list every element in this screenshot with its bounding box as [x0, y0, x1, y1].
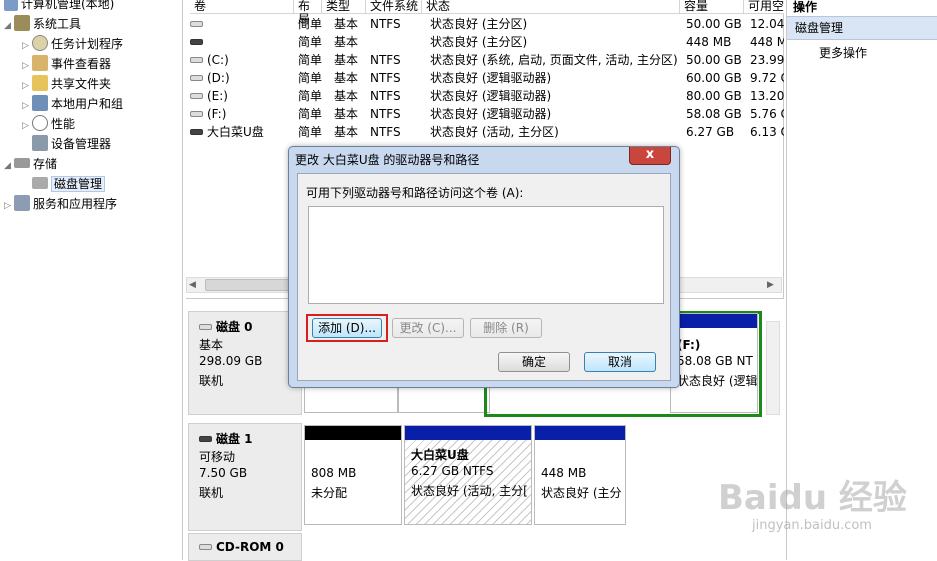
- tree-event-viewer[interactable]: ▷ 事件查看器: [22, 54, 111, 74]
- actions-header: 操作: [793, 0, 818, 14]
- path-listbox[interactable]: [308, 206, 664, 304]
- drive-icon: [190, 75, 203, 81]
- cdrom-label[interactable]: CD-ROM 0: [188, 533, 302, 561]
- disk-1-label[interactable]: 磁盘 1 可移动 7.50 GB 联机: [188, 423, 302, 531]
- column-header-layout[interactable]: 布局: [294, 0, 322, 26]
- tree-performance[interactable]: ▷ 性能: [22, 114, 75, 134]
- shared-folder-icon: [32, 75, 48, 91]
- tools-icon: [14, 15, 30, 31]
- dialog-title: 更改 大白菜U盘 的驱动器号和路径: [295, 153, 480, 167]
- drive-icon: [190, 39, 203, 45]
- scroll-right-icon[interactable]: ▶: [767, 279, 779, 291]
- collapse-arrow-icon[interactable]: ◢: [4, 16, 14, 36]
- cdrom-icon: [199, 544, 212, 550]
- removable-disk-icon: [199, 436, 212, 442]
- performance-icon: [32, 115, 48, 131]
- drive-icon: [190, 21, 203, 27]
- column-header-type[interactable]: 类型: [322, 0, 366, 14]
- change-button[interactable]: 更改 (C)...: [392, 318, 464, 338]
- cancel-button[interactable]: 取消: [584, 352, 656, 372]
- volume-row[interactable]: (C:) 简单 基本 NTFS 状态良好 (系统, 启动, 页面文件, 活动, …: [184, 51, 784, 69]
- volume-row[interactable]: 简单 基本 NTFS 状态良好 (主分区) 50.00 GB 12.04: [184, 15, 784, 33]
- tree-root[interactable]: 计算机管理(本地): [4, 0, 114, 14]
- close-button[interactable]: x: [629, 147, 671, 165]
- volume-row[interactable]: (F:) 简单 基本 NTFS 状态良好 (逻辑驱动器) 58.08 GB 5.…: [184, 105, 784, 123]
- ok-button[interactable]: 确定: [498, 352, 570, 372]
- expand-arrow-icon[interactable]: ▷: [4, 196, 14, 216]
- partition-f[interactable]: (F:) 58.08 GB NT 状态良好 (逻辑: [670, 313, 758, 413]
- column-header-status[interactable]: 状态: [422, 0, 680, 14]
- baidu-watermark-logo: Baidu 经验: [718, 478, 907, 518]
- tree-device-manager[interactable]: 设备管理器: [32, 134, 111, 154]
- tree-shared-folders[interactable]: ▷ 共享文件夹: [22, 74, 111, 94]
- tree-local-users[interactable]: ▷ 本地用户和组: [22, 94, 123, 114]
- column-header-volume[interactable]: 卷: [190, 0, 294, 14]
- drive-icon: [190, 57, 203, 63]
- console-tree: 计算机管理(本地) ◢ 系统工具 ▷ 任务计划程序 ▷ 事件查看器 ▷ 共享文件夹 ▷ 本…: [0, 0, 183, 560]
- column-header-capacity[interactable]: 容量: [680, 0, 744, 14]
- services-icon: [14, 195, 30, 211]
- disk-0-label[interactable]: 磁盘 0 基本 298.09 GB 联机: [188, 311, 302, 415]
- tree-services-apps[interactable]: ▷ 服务和应用程序: [4, 194, 117, 214]
- tree-storage[interactable]: ◢ 存储: [4, 154, 57, 174]
- dialog-prompt: 可用下列驱动器号和路径访问这个卷 (A):: [306, 186, 524, 200]
- tree-system-tools[interactable]: ◢ 系统工具: [4, 14, 81, 34]
- baidu-watermark-url: jingyan.baidu.com: [752, 518, 872, 533]
- volume-row[interactable]: 大白菜U盘 简单 基本 NTFS 状态良好 (活动, 主分区) 6.27 GB …: [184, 123, 784, 141]
- usb-partition[interactable]: 大白菜U盘 6.27 GB NTFS 状态良好 (活动, 主分[: [404, 425, 532, 525]
- expand-arrow-icon[interactable]: ▷: [22, 76, 32, 96]
- storage-icon: [14, 158, 30, 168]
- add-button[interactable]: 添加 (D)...: [312, 318, 382, 338]
- volume-row[interactable]: 简单 基本 状态良好 (主分区) 448 MB 448 M: [184, 33, 784, 51]
- remove-button[interactable]: 删除 (R): [470, 318, 542, 338]
- expand-arrow-icon[interactable]: ▷: [22, 116, 32, 136]
- dialog-body: 可用下列驱动器号和路径访问这个卷 (A): 添加 (D)... 更改 (C)..…: [297, 173, 671, 381]
- expand-arrow-icon[interactable]: ▷: [22, 36, 32, 56]
- clock-icon: [32, 35, 48, 51]
- expand-arrow-icon[interactable]: ▷: [22, 96, 32, 116]
- volume-row[interactable]: (E:) 简单 基本 NTFS 状态良好 (逻辑驱动器) 80.00 GB 13…: [184, 87, 784, 105]
- change-drive-letter-dialog: 更改 大白菜U盘 的驱动器号和路径 x 可用下列驱动器号和路径访问这个卷 (A)…: [288, 146, 680, 388]
- event-viewer-icon: [32, 55, 48, 71]
- unallocated-partition[interactable]: 808 MB 未分配: [304, 425, 402, 525]
- actions-section-disk-management[interactable]: 磁盘管理: [787, 16, 937, 40]
- expand-arrow-icon[interactable]: ▷: [22, 56, 32, 76]
- computer-icon: [4, 0, 18, 11]
- device-manager-icon: [32, 135, 48, 151]
- tree-disk-management[interactable]: 磁盘管理: [32, 174, 106, 194]
- volume-row[interactable]: (D:) 简单 基本 NTFS 状态良好 (逻辑驱动器) 60.00 GB 9.…: [184, 69, 784, 87]
- column-header-free[interactable]: 可用空: [744, 0, 784, 14]
- disk-1-partition[interactable]: 448 MB 状态良好 (主分: [534, 425, 626, 525]
- drive-icon: [190, 111, 203, 117]
- disk-management-icon: [32, 177, 48, 189]
- usb-drive-icon: [190, 129, 203, 135]
- disk-icon: [199, 324, 212, 330]
- users-icon: [32, 95, 48, 111]
- vertical-scrollbar[interactable]: [766, 321, 780, 415]
- scroll-left-icon[interactable]: ◀: [189, 279, 201, 291]
- drive-icon: [190, 93, 203, 99]
- collapse-arrow-icon[interactable]: ◢: [4, 156, 14, 176]
- more-actions-link[interactable]: 更多操作: [819, 44, 867, 61]
- column-header-filesystem[interactable]: 文件系统: [366, 0, 422, 14]
- tree-task-scheduler[interactable]: ▷ 任务计划程序: [22, 34, 123, 54]
